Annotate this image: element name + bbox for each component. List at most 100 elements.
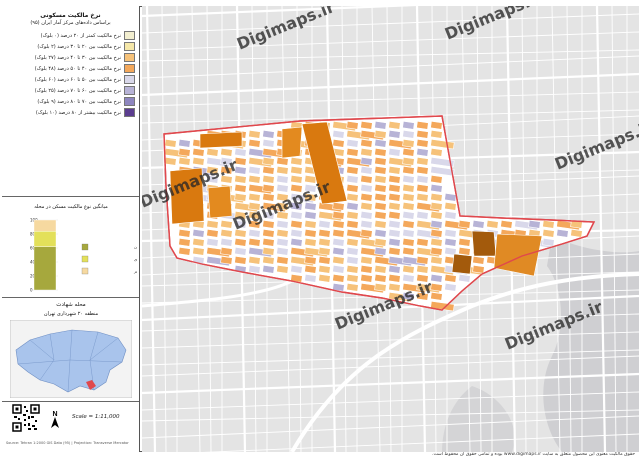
city-block[interactable] [416,255,429,265]
city-block[interactable] [402,174,415,184]
city-block[interactable] [402,165,415,175]
city-block[interactable] [290,219,303,229]
city-block[interactable] [276,201,289,211]
city-block[interactable] [234,165,247,175]
city-block[interactable] [276,264,289,274]
city-block[interactable] [220,228,233,238]
city-block[interactable] [402,156,415,166]
city-block[interactable] [346,219,359,229]
city-block-large[interactable] [169,167,205,225]
city-block[interactable] [402,129,415,139]
city-block[interactable] [248,210,261,220]
city-block[interactable] [374,147,387,157]
city-block[interactable] [192,246,205,256]
city-block[interactable] [234,228,247,238]
city-block[interactable] [276,237,289,247]
city-block-large[interactable] [451,253,473,275]
city-block[interactable] [248,192,261,202]
city-block[interactable] [304,228,317,238]
city-block[interactable] [262,219,275,229]
city-block[interactable] [290,165,303,175]
city-block[interactable] [430,201,443,211]
city-block[interactable] [262,246,275,256]
city-block[interactable] [388,129,401,139]
city-block[interactable] [430,255,443,265]
city-block[interactable] [276,246,289,256]
city-block[interactable] [262,183,275,193]
city-block[interactable] [388,228,401,238]
city-block[interactable] [234,192,247,202]
city-block[interactable] [304,273,317,283]
city-block[interactable] [276,156,289,166]
city-block[interactable] [248,264,261,274]
city-block[interactable] [178,246,191,256]
city-block[interactable] [304,219,317,229]
city-block[interactable] [304,264,317,274]
city-block[interactable] [178,138,191,148]
city-block[interactable] [388,120,401,130]
city-block[interactable] [458,246,471,256]
city-block[interactable] [234,147,247,157]
city-block[interactable] [374,183,387,193]
city-block[interactable] [430,174,443,184]
city-block[interactable] [290,228,303,238]
city-block[interactable] [416,291,429,301]
city-block[interactable] [416,120,429,130]
city-block[interactable] [234,246,247,256]
city-block[interactable] [360,120,373,130]
city-block[interactable] [206,237,219,247]
city-block[interactable] [486,219,499,229]
city-block[interactable] [374,210,387,220]
city-block[interactable] [388,147,401,157]
city-block-large[interactable] [471,230,497,257]
city-block[interactable] [248,219,261,229]
city-block[interactable] [248,138,261,148]
city-block[interactable] [276,174,289,184]
city-block[interactable] [402,264,415,274]
city-block[interactable] [262,210,275,220]
city-block[interactable] [388,273,401,283]
city-block[interactable] [262,129,275,139]
city-block[interactable] [290,156,303,166]
city-block[interactable] [346,165,359,175]
city-block[interactable] [402,120,415,130]
city-block[interactable] [374,282,387,292]
city-block[interactable] [290,201,303,211]
city-block[interactable] [458,273,471,283]
city-block[interactable] [192,147,205,157]
city-block[interactable] [472,219,485,229]
city-block[interactable] [234,210,247,220]
city-block[interactable] [248,174,261,184]
city-block[interactable] [346,264,359,274]
city-block[interactable] [262,228,275,238]
city-block[interactable] [360,183,373,193]
city-block[interactable] [374,228,387,238]
city-block[interactable] [416,237,429,247]
city-block[interactable] [542,237,555,247]
city-block[interactable] [374,120,387,130]
city-block[interactable] [346,210,359,220]
city-block[interactable] [402,219,415,229]
city-block[interactable] [346,120,359,130]
city-block[interactable] [276,219,289,229]
city-block[interactable] [444,228,457,238]
city-block[interactable] [444,237,457,247]
city-block[interactable] [528,219,541,229]
city-block[interactable] [220,219,233,229]
city-block[interactable] [192,228,205,238]
city-block[interactable] [542,219,555,229]
city-block[interactable] [206,165,219,175]
city-block[interactable] [276,192,289,202]
city-block[interactable] [430,147,443,157]
city-block[interactable] [374,156,387,166]
city-block[interactable] [304,237,317,247]
city-block[interactable] [332,201,345,211]
city-block[interactable] [374,165,387,175]
city-block[interactable] [430,183,443,193]
city-block[interactable] [220,174,233,184]
city-block[interactable] [220,237,233,247]
city-block[interactable] [220,165,233,175]
city-block[interactable] [416,192,429,202]
city-block[interactable] [402,291,415,301]
city-block[interactable] [416,174,429,184]
